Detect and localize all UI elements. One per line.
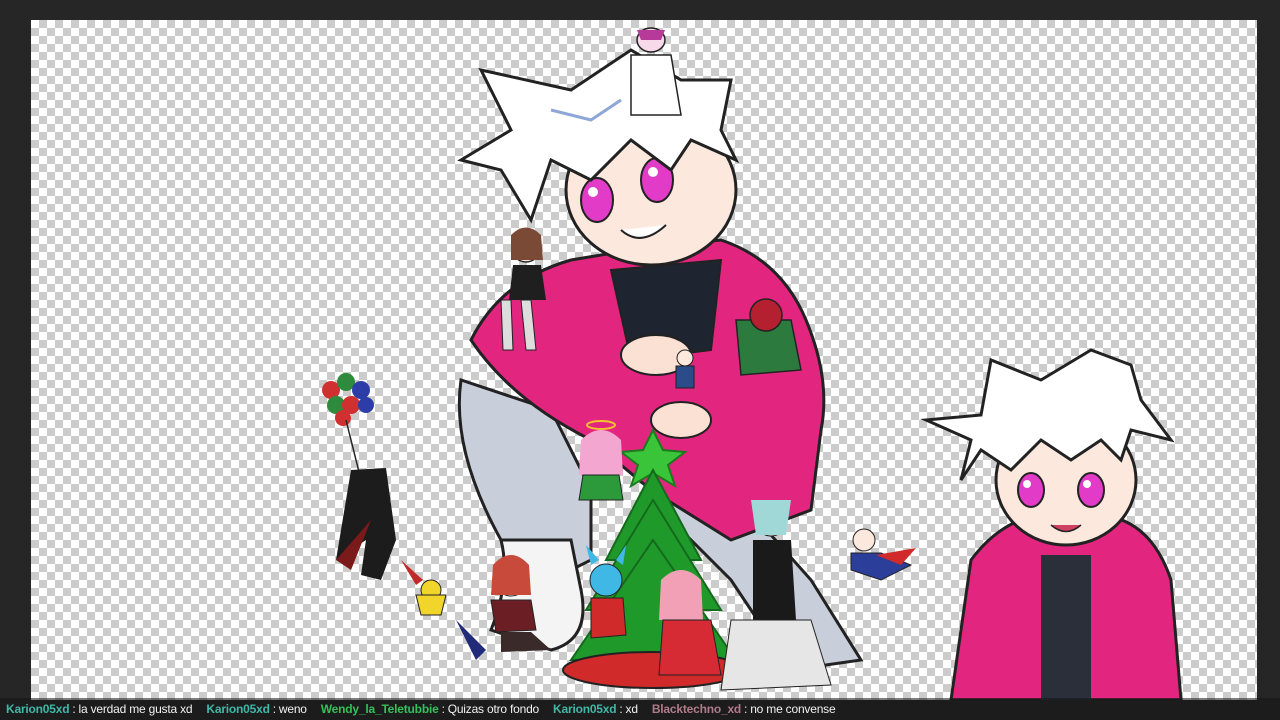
chat-separator: :	[441, 702, 445, 716]
chat-message: Blacktechno_xd : no me convense	[652, 702, 836, 716]
chibi-pink-girl	[658, 570, 722, 676]
chat-username: Karion05xd	[553, 702, 617, 716]
chibi-figure-top	[630, 27, 682, 116]
vtuber-avatar	[920, 348, 1183, 700]
chat-text: no me convense	[750, 702, 836, 716]
chat-message: Wendy_la_Teletubbie : Quizas otro fondo	[321, 702, 539, 716]
chat-message: Karion05xd : xd	[553, 702, 638, 716]
chat-text: xd	[625, 702, 638, 716]
chat-username: Karion05xd	[206, 702, 270, 716]
chibi-figure-hand	[675, 349, 695, 389]
chat-text: la verdad me gusta xd	[78, 702, 193, 716]
chat-ticker: Karion05xd : la verdad me gusta xd Kario…	[0, 698, 1280, 720]
yellow-creature	[401, 560, 486, 660]
stream-artwork	[322, 27, 1183, 700]
chibi-flying-boy	[850, 528, 916, 581]
chat-separator: :	[744, 702, 748, 716]
chat-username: Karion05xd	[6, 702, 70, 716]
chat-message: Karion05xd : weno	[206, 702, 307, 716]
chat-message: Karion05xd : la verdad me gusta xd	[6, 702, 193, 716]
chat-separator: :	[272, 702, 276, 716]
chat-username: Blacktechno_xd	[651, 702, 742, 716]
balloon-character	[322, 373, 396, 580]
preview-canvas	[31, 20, 1257, 700]
chat-text: weno	[278, 702, 307, 716]
chat-separator: :	[619, 702, 623, 716]
chat-username: Wendy_la_Teletubbie	[320, 702, 439, 716]
chat-text: Quizas otro fondo	[447, 702, 540, 716]
chat-separator: :	[72, 702, 76, 716]
